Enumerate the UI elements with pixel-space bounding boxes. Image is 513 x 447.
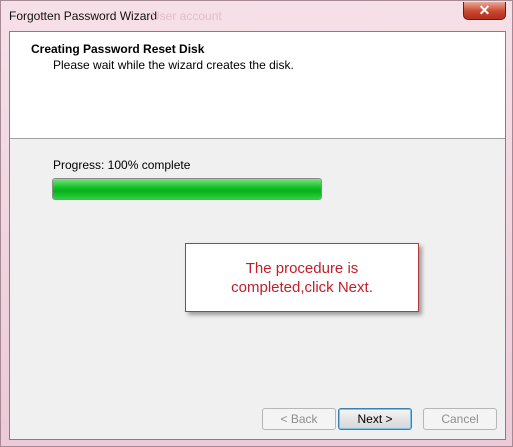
progress-bar: [52, 178, 322, 200]
next-button[interactable]: Next >: [338, 408, 412, 430]
close-button[interactable]: ✕: [463, 2, 506, 20]
wizard-window: Forgotten Password Wizard User account ✕…: [0, 0, 513, 447]
back-button[interactable]: < Back: [262, 408, 336, 430]
window-title-background-text: User account: [151, 9, 222, 23]
page-title: Creating Password Reset Disk: [31, 42, 205, 56]
annotation-line-1: The procedure is: [245, 260, 359, 277]
annotation-callout: The procedure is completed,click Next.: [185, 243, 419, 312]
title-bar: Forgotten Password Wizard User account ✕: [1, 1, 512, 31]
wizard-body: Creating Password Reset Disk Please wait…: [9, 31, 506, 440]
progress-label: Progress: 100% complete: [53, 158, 191, 172]
window-title: Forgotten Password Wizard: [9, 9, 158, 23]
cancel-button[interactable]: Cancel: [423, 408, 497, 430]
progress-bar-fill: [53, 179, 321, 199]
annotation-line-2: completed,click Next.: [231, 279, 373, 296]
page-subtitle: Please wait while the wizard creates the…: [53, 58, 294, 72]
close-icon: ✕: [478, 2, 491, 18]
wizard-header: Creating Password Reset Disk Please wait…: [10, 32, 505, 139]
